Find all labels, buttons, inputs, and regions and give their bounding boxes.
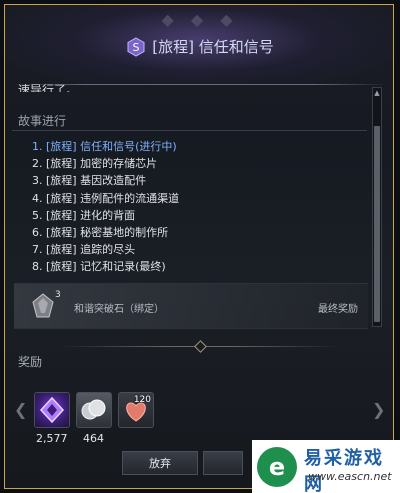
heart-count: 120 [133,395,151,405]
watermark-name: 易采游戏网 [304,448,384,493]
scrollbar[interactable]: ▲ [372,87,382,327]
scroll-up-icon[interactable]: ▲ [373,88,381,98]
quest-journey-icon: S [127,36,145,57]
description-tail: 速导行了。 [18,83,79,92]
rewards-next-arrow-icon[interactable]: ❯ [372,400,385,419]
header-ornament: ◆ ◆ ◆ [161,10,239,29]
quest-item-current[interactable]: 1. [旅程] 信任和信号(进行中) [32,138,179,155]
reward-amount: 464 [83,432,104,445]
quest-item[interactable]: 4. [旅程] 违例配件的流通渠道 [32,190,179,207]
rewards-heading: 奖励 [18,355,43,369]
scroll-thumb[interactable] [374,126,380,322]
final-reward-count: 3 [55,290,61,300]
final-reward-row: 3 和谐突破石（绑定） 最终奖励 [14,283,368,329]
final-reward-name: 和谐突破石（绑定） [74,304,164,315]
silver-coin-icon [81,399,106,420]
quest-dialog: ◆ ◆ ◆ S [旅程] 信任和信号 速导行了。 ▲ 故事进行 1. [旅程] … [0,0,400,493]
quest-item[interactable]: 2. [旅程] 加密的存储芯片 [32,155,179,172]
reward-slot-heart[interactable]: 120 [118,392,154,428]
quest-item[interactable]: 5. [旅程] 进化的背面 [32,207,179,224]
abandon-button[interactable]: 放弃 [122,451,198,475]
quest-item[interactable]: 3. [旅程] 基因改造配件 [32,172,179,189]
final-reward-label: 最终奖励 [318,304,358,315]
second-button[interactable] [203,451,243,475]
rewards-prev-arrow-icon[interactable]: ❮ [14,400,27,419]
story-progress-heading: 故事进行 [18,114,67,128]
quest-item[interactable]: 7. [旅程] 追踪的尽头 [32,241,179,258]
watermark-url: www.eascn.net [308,470,392,483]
site-logo-icon: e [257,447,297,487]
purple-crest-icon [39,396,65,424]
title-row: S [旅程] 信任和信号 [0,36,400,57]
reward-amount: 2,577 [36,432,68,445]
reward-slot-silver-coins[interactable] [76,392,112,428]
quest-item[interactable]: 8. [旅程] 记忆和记录(最终) [32,258,179,275]
quest-item[interactable]: 6. [旅程] 秘密基地的制作所 [32,224,179,241]
header-divider [12,84,388,85]
svg-text:e: e [269,453,285,481]
breakthrough-stone-icon[interactable] [30,292,56,320]
quest-list: 1. [旅程] 信任和信号(进行中) 2. [旅程] 加密的存储芯片 3. [旅… [32,138,179,276]
dialog-title: [旅程] 信任和信号 [152,38,274,56]
reward-slot-purple-crest[interactable] [34,392,70,428]
site-watermark: e 易采游戏网 www.eascn.net [252,440,400,493]
svg-text:S: S [133,41,140,54]
story-divider [12,130,367,131]
